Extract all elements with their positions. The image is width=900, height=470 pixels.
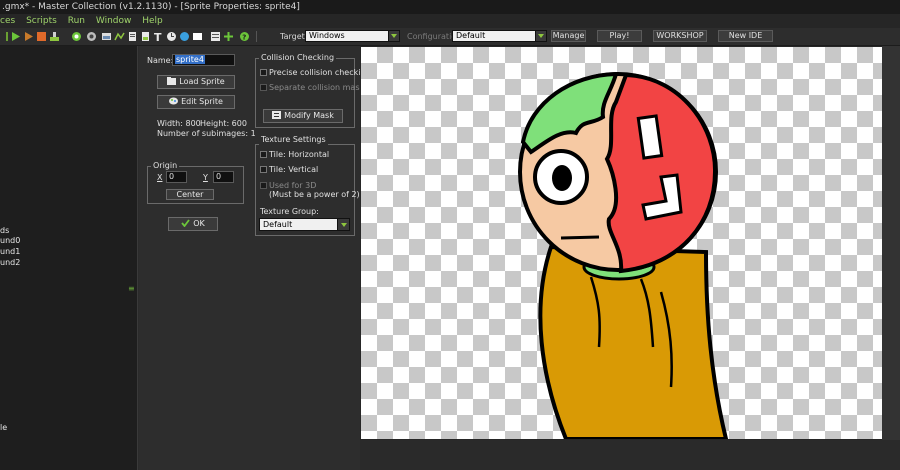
tree-item-sound1[interactable]: und1 <box>0 247 20 257</box>
preview-bottom-area <box>360 440 900 470</box>
used-3d-checkbox[interactable] <box>260 182 267 189</box>
debug-icon[interactable] <box>23 31 34 42</box>
create-timeline-icon[interactable] <box>166 31 177 42</box>
collision-title: Collision Checking <box>259 53 337 63</box>
origin-y-input[interactable]: 0 <box>213 171 234 183</box>
name-value: sprite4 <box>175 55 205 64</box>
origin-x-label: X <box>157 173 163 182</box>
tree-item-sound0[interactable]: und0 <box>0 236 20 246</box>
origin-title: Origin <box>151 161 180 171</box>
menu-run[interactable]: Run <box>68 14 85 28</box>
used-3d-note: (Must be a power of 2) <box>269 190 360 199</box>
chevron-down-icon <box>535 31 546 41</box>
paint-icon <box>169 97 179 105</box>
separate-masks-checkbox[interactable] <box>260 84 267 91</box>
chevron-down-icon <box>337 219 349 230</box>
vertical-scrollbar[interactable] <box>882 46 900 440</box>
create-path-icon[interactable] <box>114 31 125 42</box>
create-script-icon[interactable] <box>127 31 138 42</box>
menu-bar: ces Scripts Run Window Help <box>0 14 900 28</box>
folder-icon <box>167 77 177 85</box>
height-text: Height: 600 <box>200 119 247 128</box>
separate-masks-label: Separate collision masks <box>269 83 369 92</box>
create-font-icon[interactable]: T <box>153 31 164 42</box>
modify-mask-button[interactable]: Modify Mask <box>263 109 343 123</box>
main-toolbar: T ? Target: Windows Configuration: Defau… <box>0 28 900 46</box>
load-sprite-label: Load Sprite <box>179 77 225 86</box>
load-sprite-button[interactable]: Load Sprite <box>157 75 235 89</box>
svg-text:T: T <box>154 31 162 42</box>
sprite-preview <box>360 46 900 470</box>
name-label: Name: <box>147 56 174 65</box>
menu-help[interactable]: Help <box>142 14 163 28</box>
create-room-icon[interactable] <box>192 31 203 42</box>
checkmark-icon <box>181 219 190 227</box>
configuration-value: Default <box>456 31 486 40</box>
mask-icon <box>272 111 282 119</box>
menu-resources[interactable]: ces <box>0 14 15 28</box>
subimages-text: Number of subimages: 1 <box>157 129 256 138</box>
toolbar-separator-icon <box>256 31 257 42</box>
configuration-select[interactable]: Default <box>452 30 547 42</box>
chevron-down-icon <box>388 31 399 41</box>
menu-scripts[interactable]: Scripts <box>26 14 57 28</box>
panel-splitter-grip[interactable]: ≡ <box>128 284 135 296</box>
tile-horizontal-label: Tile: Horizontal <box>269 150 330 159</box>
tile-vertical-checkbox[interactable] <box>260 166 267 173</box>
new-ide-button[interactable]: New IDE <box>718 30 773 42</box>
svg-text:?: ? <box>242 34 246 42</box>
texture-title: Texture Settings <box>259 135 328 145</box>
target-value: Windows <box>309 31 345 40</box>
precise-label: Precise collision checking <box>269 68 371 77</box>
tree-item-sounds[interactable]: ds <box>0 226 9 236</box>
texture-group-label: Texture Group: <box>260 207 319 216</box>
target-select[interactable]: Windows <box>305 30 400 42</box>
create-sprite-icon[interactable] <box>71 31 82 42</box>
center-button[interactable]: Center <box>166 189 214 200</box>
ok-button[interactable]: OK <box>168 217 218 231</box>
create-shader-icon[interactable] <box>140 31 151 42</box>
manage-button[interactable]: Manage <box>551 30 586 42</box>
resource-tree: ds und0 und1 und2 le <box>0 46 138 470</box>
transparency-checkerboard <box>361 47 882 439</box>
create-object-icon[interactable] <box>179 31 190 42</box>
window-title: .gmx* - Master Collection (v1.2.1130) - … <box>0 0 900 14</box>
run-icon[interactable] <box>10 31 21 42</box>
tree-item-file[interactable]: le <box>0 423 7 433</box>
add-extension-icon[interactable] <box>223 31 234 42</box>
help-icon[interactable]: ? <box>239 31 250 42</box>
game-info-icon[interactable] <box>210 31 221 42</box>
workshop-button[interactable]: WORKSHOP <box>653 30 707 42</box>
origin-y-label: Y <box>203 173 208 182</box>
texture-group-value: Default <box>263 220 293 229</box>
clean-icon[interactable] <box>49 31 60 42</box>
name-input[interactable]: sprite4 <box>172 54 235 66</box>
texture-group-select[interactable]: Default <box>259 218 350 231</box>
menu-window[interactable]: Window <box>96 14 132 28</box>
modify-mask-label: Modify Mask <box>284 111 334 120</box>
create-background-icon[interactable] <box>101 31 112 42</box>
tile-horizontal-checkbox[interactable] <box>260 151 267 158</box>
tree-item-sound2[interactable]: und2 <box>0 258 20 268</box>
target-label: Target: <box>280 32 308 41</box>
width-text: Width: 800 <box>157 119 201 128</box>
origin-x-input[interactable]: 0 <box>166 171 187 183</box>
precise-checkbox[interactable] <box>260 69 267 76</box>
sprite-properties-panel: Name: sprite4 Load Sprite Edit Sprite Wi… <box>139 46 371 470</box>
stop-icon[interactable] <box>36 31 47 42</box>
ok-label: OK <box>193 219 205 228</box>
play-button[interactable]: Play! <box>597 30 642 42</box>
sprite-image <box>518 71 729 439</box>
create-sound-icon[interactable] <box>86 31 97 42</box>
edit-sprite-button[interactable]: Edit Sprite <box>157 95 235 109</box>
edit-sprite-label: Edit Sprite <box>181 97 223 106</box>
tile-vertical-label: Tile: Vertical <box>269 165 319 174</box>
